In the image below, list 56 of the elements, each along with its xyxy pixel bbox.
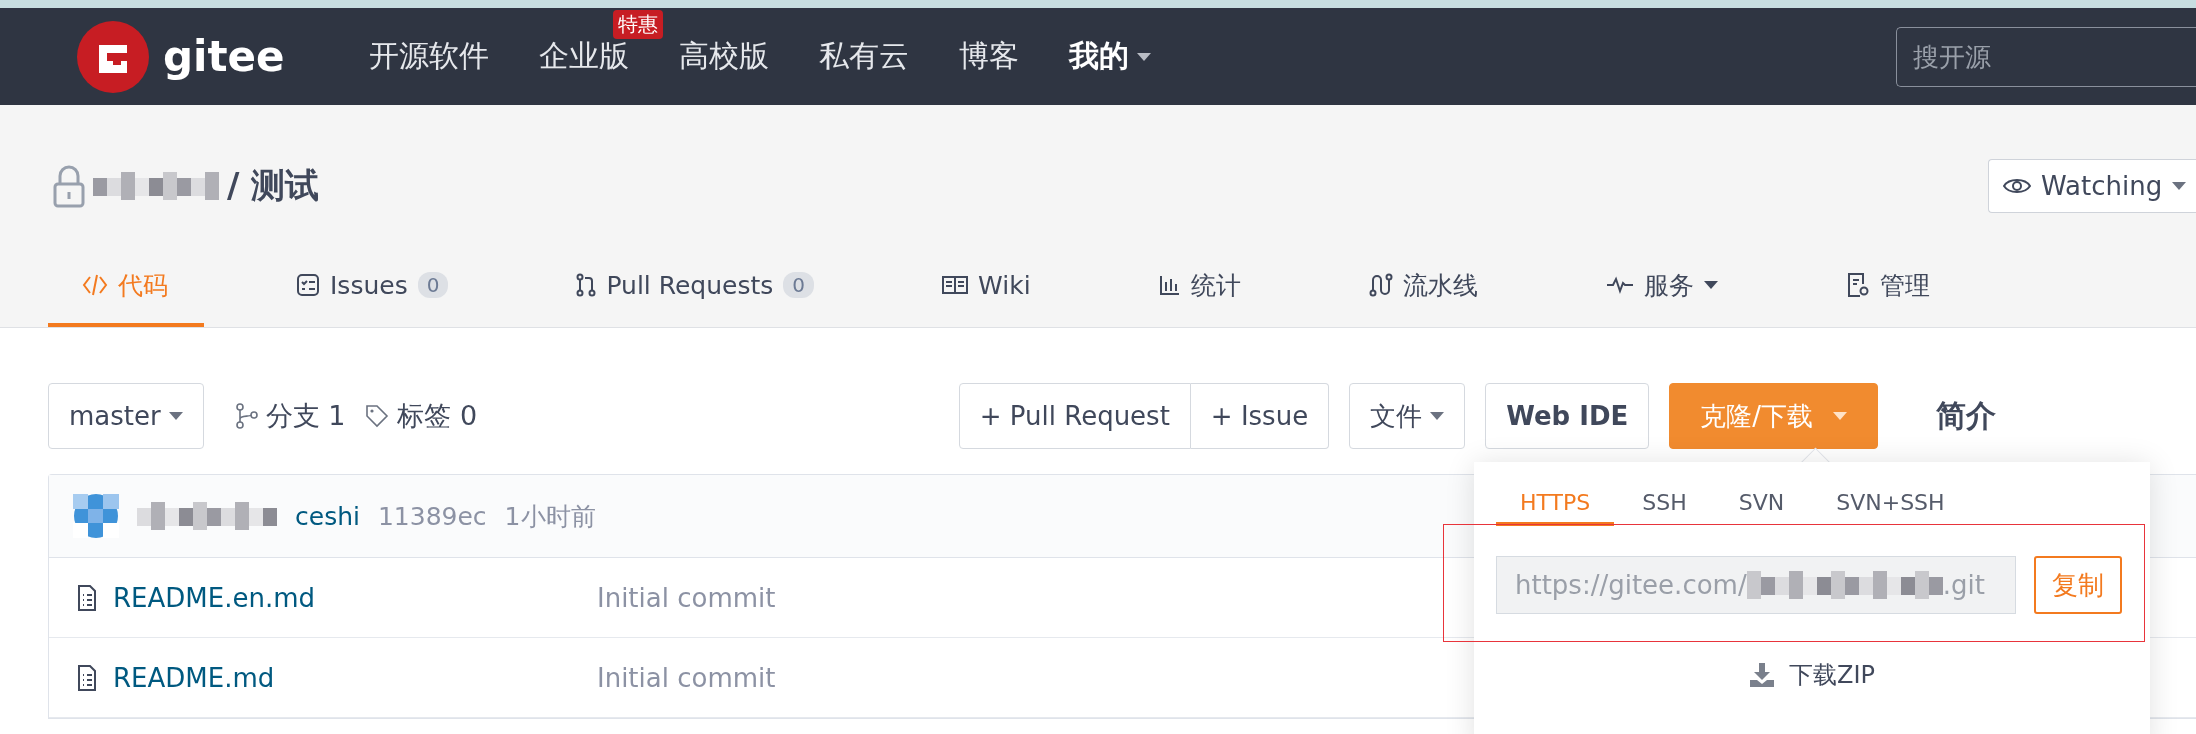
repo-tab[interactable]: 流水线 bbox=[1334, 247, 1514, 327]
checklist-icon bbox=[296, 273, 320, 297]
file-name[interactable]: README.md bbox=[113, 662, 597, 693]
watch-button[interactable]: Watching bbox=[1988, 159, 2196, 213]
repo-name[interactable]: / 测试 bbox=[227, 163, 320, 209]
search-field[interactable]: 搜开源 bbox=[1896, 26, 2196, 87]
eye-icon bbox=[2003, 177, 2031, 195]
repo-tab[interactable]: 管理 bbox=[1811, 247, 1966, 327]
book-icon bbox=[942, 275, 969, 295]
nav-link[interactable]: 企业版 bbox=[538, 36, 629, 77]
repo-tab[interactable]: 服务 bbox=[1571, 247, 1754, 327]
code-icon bbox=[82, 273, 108, 297]
protocol-tab[interactable]: SSH bbox=[1618, 462, 1711, 526]
protocol-tab[interactable]: SVN bbox=[1714, 462, 1809, 526]
branch-icon bbox=[235, 403, 258, 429]
branch-count[interactable]: 分支 1 bbox=[265, 398, 346, 434]
caret-icon bbox=[1430, 412, 1445, 420]
tag-icon bbox=[365, 404, 390, 428]
promo-badge: 特惠 bbox=[612, 10, 663, 39]
logo-text[interactable]: gitee bbox=[163, 32, 285, 81]
nav-link[interactable]: 博客 bbox=[958, 36, 1019, 77]
caret-icon bbox=[2172, 182, 2187, 190]
nav-link[interactable]: 我的 bbox=[1068, 36, 1151, 77]
new-issue-button[interactable]: + Issue bbox=[1190, 383, 1330, 449]
nav-link[interactable]: 私有云 bbox=[818, 36, 909, 77]
file-icon bbox=[77, 664, 97, 691]
caret-icon bbox=[1833, 412, 1847, 420]
pipeline-icon bbox=[1368, 272, 1393, 298]
web-ide-button[interactable]: Web IDE bbox=[1485, 383, 1650, 449]
commit-message[interactable]: ceshi bbox=[295, 501, 360, 531]
logo-icon bbox=[77, 20, 149, 93]
lock-icon bbox=[53, 164, 85, 208]
branch-select[interactable]: master bbox=[48, 383, 204, 449]
nav-link[interactable]: 高校版 bbox=[678, 36, 769, 77]
about-heading: 简介 bbox=[1936, 396, 1996, 435]
repo-tab[interactable]: 统计 bbox=[1124, 247, 1277, 327]
file-menu-button[interactable]: 文件 bbox=[1349, 383, 1466, 449]
protocol-tab[interactable]: SVN+SSH bbox=[1812, 462, 1969, 526]
caret-icon bbox=[168, 412, 183, 420]
commit-time: 1小时前 bbox=[504, 500, 596, 533]
download-zip-button[interactable]: 下载ZIP bbox=[1474, 658, 2150, 692]
avatar-icon bbox=[73, 494, 119, 538]
pull-request-icon bbox=[576, 273, 597, 297]
new-pull-request-button[interactable]: + Pull Request bbox=[958, 383, 1191, 449]
repo-tab[interactable]: Pull Requests 0 bbox=[542, 247, 851, 327]
tag-count[interactable]: 标签 0 bbox=[397, 398, 478, 434]
repo-tab[interactable]: Wiki bbox=[908, 247, 1067, 327]
pulse-icon bbox=[1605, 275, 1634, 295]
file-icon bbox=[77, 584, 97, 611]
file-name[interactable]: README.en.md bbox=[113, 582, 597, 613]
download-icon bbox=[1749, 662, 1775, 688]
count-badge: 0 bbox=[783, 272, 815, 298]
bar-chart-icon bbox=[1158, 274, 1181, 296]
repo-tab[interactable]: Issues 0 bbox=[262, 247, 485, 327]
count-badge: 0 bbox=[417, 272, 449, 298]
nav-link[interactable]: 开源软件 bbox=[368, 36, 489, 77]
